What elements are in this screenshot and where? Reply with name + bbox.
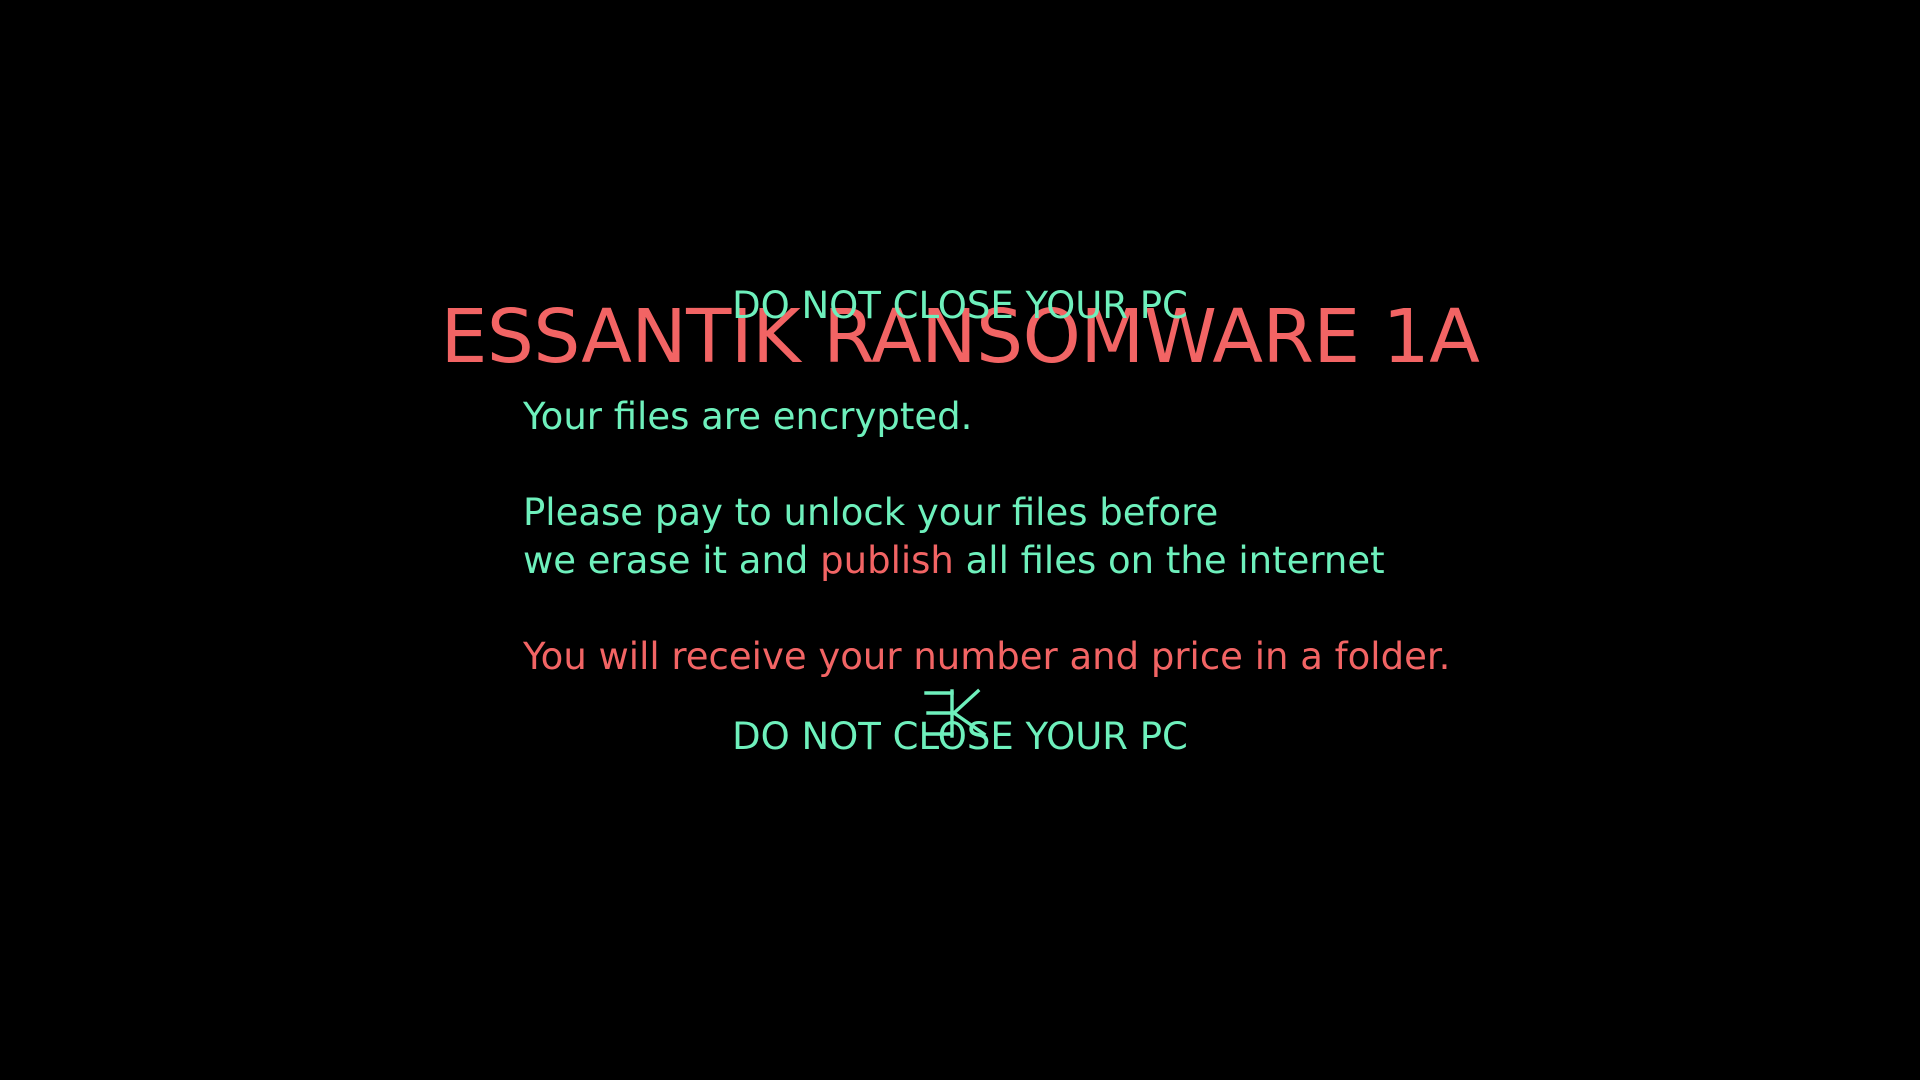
message-publish-highlight: publish (820, 539, 954, 582)
message-erase-rest: all files on the internet (953, 539, 1385, 582)
message-erase-text: we erase it and (523, 539, 821, 582)
warning-bottom: DO NOT CLOSE YOUR PC (732, 715, 1188, 758)
message-line-encrypted: Your files are encrypted. (523, 395, 973, 438)
message-line-pay: Please pay to unlock your files before (523, 491, 1219, 534)
message-line-folder: You will receive your number and price i… (523, 635, 1451, 678)
warning-top: DO NOT CLOSE YOUR PC (732, 284, 1188, 327)
message-line-erase: we erase it and publish all files on the… (523, 537, 1385, 585)
ransom-screen: ESSANTIK RANSOMWARE 1A DO NOT CLOSE YOUR… (0, 0, 1920, 1080)
